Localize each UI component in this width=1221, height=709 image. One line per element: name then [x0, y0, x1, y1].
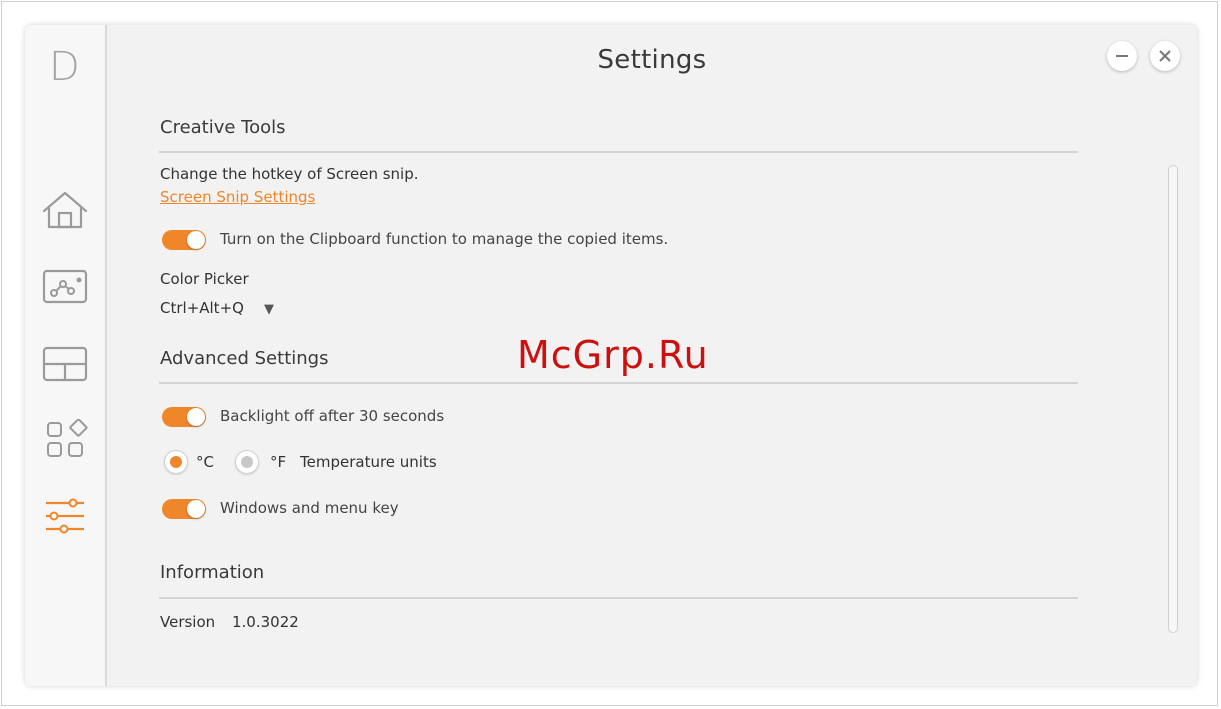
settings-sliders-icon [46, 498, 84, 534]
settings-window: D Settings Creative Tools Change the hot… [25, 25, 1197, 686]
windows-key-toggle[interactable] [162, 499, 206, 519]
app-logo: D [49, 47, 83, 87]
sidebar-item-settings[interactable] [40, 495, 90, 537]
logo-letter: D [49, 44, 80, 90]
version-label: Version [160, 613, 216, 631]
clipboard-label: Turn on the Clipboard function to manage… [220, 230, 669, 248]
sidebar-item-home[interactable] [40, 189, 90, 231]
close-icon [1159, 50, 1171, 62]
close-button[interactable] [1150, 41, 1180, 71]
radio-dot [170, 456, 182, 468]
information-heading: Information [160, 562, 265, 583]
sidebar-item-creative-tools[interactable] [40, 265, 90, 307]
creative-tools-heading: Creative Tools [160, 117, 286, 138]
hotkey-description: Change the hotkey of Screen snip. [160, 165, 419, 183]
toggle-knob [187, 500, 205, 518]
celsius-label: °C [196, 453, 214, 471]
minimize-button[interactable] [1107, 41, 1137, 71]
home-icon [42, 191, 88, 229]
celsius-radio[interactable] [164, 450, 188, 474]
fahrenheit-radio[interactable] [235, 450, 259, 474]
watermark: McGrp.Ru [517, 333, 709, 377]
apps-icon [47, 419, 88, 457]
fahrenheit-label: °F [270, 453, 287, 471]
layout-icon [42, 346, 88, 382]
creative-tools-icon [42, 269, 88, 304]
sidebar-item-layout[interactable] [40, 343, 90, 385]
backlight-label: Backlight off after 30 seconds [220, 407, 445, 425]
vertical-scrollbar[interactable] [1168, 165, 1178, 633]
radio-dot [241, 456, 253, 468]
advanced-settings-heading: Advanced Settings [160, 348, 329, 369]
temperature-units-label: Temperature units [300, 453, 437, 471]
section-divider [159, 597, 1078, 599]
sidebar-item-apps[interactable] [40, 419, 90, 461]
section-divider [159, 151, 1078, 153]
section-divider [159, 382, 1078, 384]
color-picker-hotkey-dropdown[interactable]: Ctrl+Alt+Q ▼ [160, 299, 274, 317]
color-picker-hotkey-value: Ctrl+Alt+Q [160, 299, 244, 317]
clipboard-toggle[interactable] [162, 230, 206, 250]
color-picker-label: Color Picker [160, 270, 249, 288]
page-title: Settings [597, 45, 707, 75]
sidebar: D [25, 25, 107, 686]
windows-key-label: Windows and menu key [220, 499, 399, 517]
chevron-down-icon: ▼ [263, 302, 274, 317]
version-value: 1.0.3022 [232, 613, 299, 631]
toggle-knob [187, 231, 205, 249]
toggle-knob [187, 408, 205, 426]
backlight-toggle[interactable] [162, 407, 206, 427]
minimize-icon [1116, 55, 1128, 57]
screen-snip-settings-link[interactable]: Screen Snip Settings [160, 188, 315, 206]
